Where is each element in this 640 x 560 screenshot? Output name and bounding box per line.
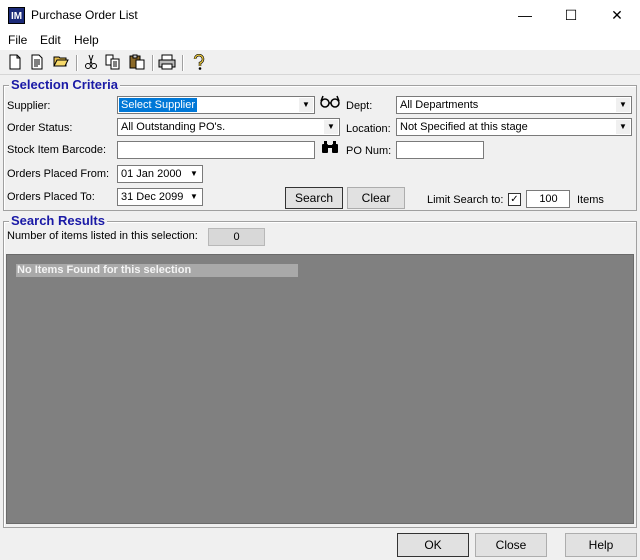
items-count-value: 0: [208, 228, 265, 246]
new-icon[interactable]: [6, 54, 24, 72]
orders-from-date[interactable]: 01 Jan 2000 ▼: [117, 165, 203, 183]
app-logo-icon: IM: [8, 7, 25, 24]
orders-to-value: 31 Dec 2099: [121, 191, 184, 203]
binoculars-button[interactable]: [319, 140, 341, 160]
orders-to-date[interactable]: 31 Dec 2099 ▼: [117, 188, 203, 206]
minimize-button[interactable]: —: [502, 0, 548, 30]
order-status-select[interactable]: All Outstanding PO's. ▼: [117, 118, 340, 136]
toolbar: [0, 51, 640, 75]
cut-icon[interactable]: [82, 54, 100, 72]
location-select[interactable]: Not Specified at this stage ▼: [396, 118, 632, 136]
toolbar-separator: [182, 55, 184, 71]
chevron-down-icon[interactable]: ▼: [187, 190, 201, 204]
menu-bar: File Edit Help: [0, 30, 640, 50]
barcode-label: Stock Item Barcode:: [7, 144, 107, 156]
results-list[interactable]: [6, 254, 634, 524]
location-label: Location:: [346, 123, 391, 135]
menu-edit[interactable]: Edit: [40, 33, 61, 47]
close-window-button[interactable]: ✕: [594, 0, 640, 30]
help-button[interactable]: Help: [565, 533, 637, 557]
chevron-down-icon[interactable]: ▼: [616, 98, 630, 112]
search-button[interactable]: Search: [285, 187, 343, 209]
order-status-label: Order Status:: [7, 122, 73, 134]
po-num-input[interactable]: [396, 141, 484, 159]
print-icon[interactable]: [158, 54, 176, 72]
items-count-label: Number of items listed in this selection…: [7, 230, 198, 242]
chevron-down-icon[interactable]: ▼: [616, 120, 630, 134]
items-label: Items: [577, 194, 604, 206]
menu-file[interactable]: File: [8, 33, 27, 47]
chevron-down-icon[interactable]: ▼: [187, 167, 201, 181]
document-icon[interactable]: [28, 54, 46, 72]
limit-search-checkbox[interactable]: ✓: [508, 193, 521, 206]
po-num-label: PO Num:: [346, 145, 392, 157]
open-folder-icon[interactable]: [52, 54, 70, 72]
orders-to-label: Orders Placed To:: [7, 191, 95, 203]
chevron-down-icon[interactable]: ▼: [299, 98, 313, 112]
empty-results-message: No Items Found for this selection: [16, 264, 298, 277]
toolbar-separator: [76, 55, 78, 71]
supplier-search-button[interactable]: [319, 95, 341, 115]
orders-from-label: Orders Placed From:: [7, 168, 110, 180]
glasses-icon: [320, 95, 340, 108]
menu-help[interactable]: Help: [74, 33, 99, 47]
title-bar: IM Purchase Order List — ☐ ✕: [0, 0, 640, 30]
maximize-button[interactable]: ☐: [548, 0, 594, 30]
ok-button[interactable]: OK: [397, 533, 469, 557]
help-icon[interactable]: [190, 53, 208, 72]
supplier-label: Supplier:: [7, 100, 51, 112]
order-status-select-value: All Outstanding PO's.: [121, 121, 226, 133]
clear-button[interactable]: Clear: [347, 187, 405, 209]
search-results-title: Search Results: [9, 213, 107, 228]
paste-icon[interactable]: [128, 54, 146, 72]
close-button[interactable]: Close: [475, 533, 547, 557]
dept-select-value: All Departments: [400, 99, 479, 111]
orders-from-value: 01 Jan 2000: [121, 168, 182, 180]
limit-value-input[interactable]: [526, 190, 570, 208]
dept-select[interactable]: All Departments ▼: [396, 96, 632, 114]
supplier-select-value: Select Supplier: [119, 98, 197, 112]
copy-icon[interactable]: [104, 54, 122, 72]
supplier-select[interactable]: Select Supplier ▼: [117, 96, 315, 114]
window-title: Purchase Order List: [31, 8, 138, 22]
location-select-value: Not Specified at this stage: [400, 121, 528, 133]
dept-label: Dept:: [346, 100, 373, 112]
toolbar-separator: [152, 55, 154, 71]
barcode-input[interactable]: [117, 141, 315, 159]
binoculars-icon: [322, 141, 338, 153]
chevron-down-icon[interactable]: ▼: [324, 120, 338, 134]
selection-criteria-title: Selection Criteria: [9, 77, 120, 92]
limit-search-label: Limit Search to:: [427, 194, 504, 206]
